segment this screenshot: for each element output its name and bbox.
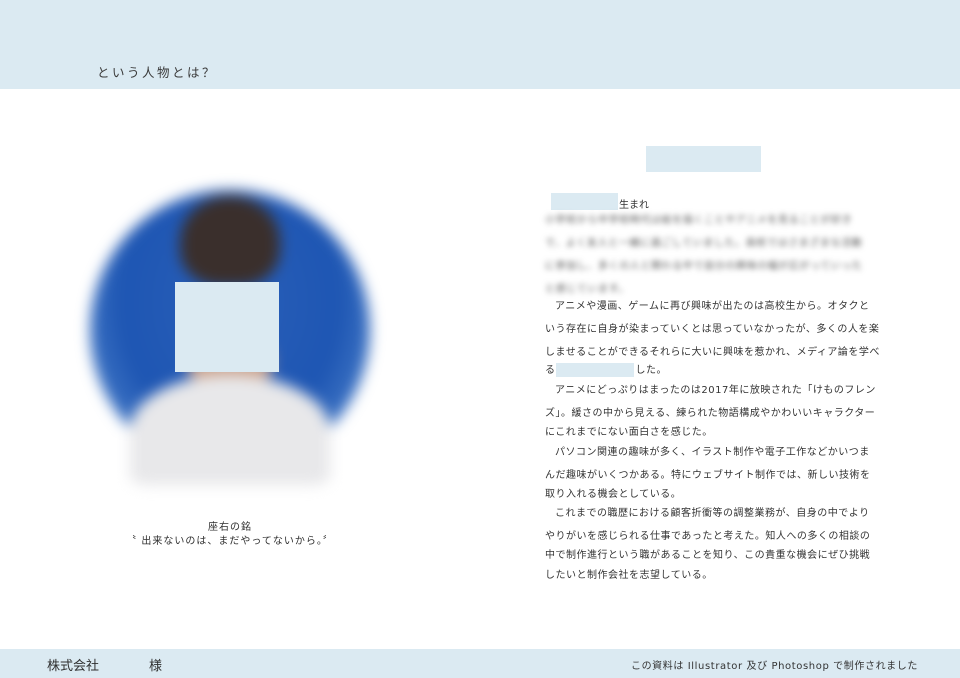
birthplace-redaction <box>551 193 618 210</box>
bio-line: したいと制作会社を志望している。 <box>545 570 713 581</box>
bio-line: これまでの職歴における顧客折衝等の調整業務が、自身の中でより <box>555 508 870 519</box>
bio-line: 取り入れる機会としている。 <box>545 489 682 500</box>
portrait-shirt <box>130 375 330 485</box>
motto-text: 〝 出来ないのは、まだやってないから。〞 <box>126 536 334 547</box>
school-redaction <box>555 363 634 377</box>
bio-line: アニメにどっぷりはまったのは2017年に放映された「けものフレン <box>555 385 876 396</box>
bio-line: やりがいを感じられる仕事であったと考えた。知人への多くの相談の <box>545 531 871 542</box>
bio-line: しませることができるそれらに大いに興味を惹かれ、メディア論を学べ <box>545 347 880 358</box>
bio-line-redacted: る した。 <box>545 361 667 377</box>
blurred-paragraph: 小学校から中学校時代は絵を描くことやアニメを見ることが好きで、よく友人と一緒に過… <box>545 215 863 295</box>
bio-line: んだ趣味がいくつかある。特にウェブサイト制作では、新しい技術を <box>545 470 871 481</box>
honorific: 様 <box>149 659 163 674</box>
name-redaction <box>646 146 761 172</box>
face-redaction <box>175 282 279 372</box>
bio-line-prefix: る <box>545 365 556 376</box>
bio-line: アニメや漫画、ゲームに再び興味が出たのは高校生から。オタクと <box>555 301 870 312</box>
bio-line: にこれまでにない面白さを感じた。 <box>545 427 713 438</box>
portrait-hair <box>180 196 280 286</box>
bio-line: いう存在に自身が染まっていくとは思っていなかったが、多くの人を楽 <box>545 324 880 335</box>
bio-line: ズ」。緩さの中から見える、練られた物語構成やかわいいキャラクター <box>545 408 876 419</box>
motto-label: 座右の銘 <box>208 522 252 533</box>
bio-line: 中で制作進行という職があることを知り、この貴重な機会にぜひ挑戦 <box>545 550 871 561</box>
bio-line: パソコン関連の趣味が多く、イラスト制作や電子工作などかいつま <box>555 447 870 458</box>
bio-line-suffix: した。 <box>635 365 667 376</box>
page-title: という人物とは？ <box>97 65 218 80</box>
company-name: 株式会社 <box>47 659 100 674</box>
production-note: この資料は Illustrator 及び Photoshop で制作されました <box>630 661 918 672</box>
